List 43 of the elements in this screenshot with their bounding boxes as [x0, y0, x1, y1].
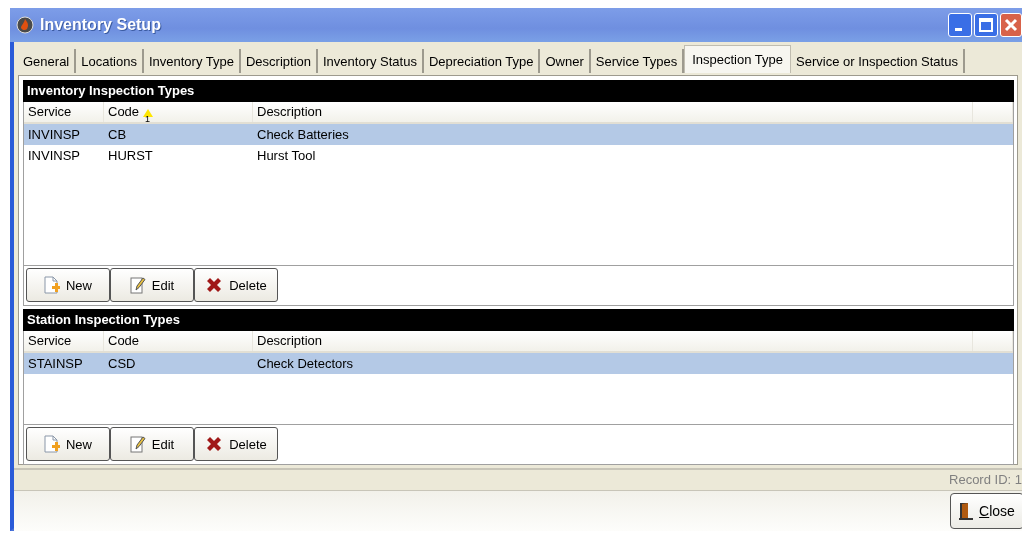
close-button[interactable]	[1000, 13, 1022, 37]
maximize-icon	[979, 18, 993, 32]
new-document-icon	[44, 276, 60, 294]
delete-button[interactable]: Delete	[194, 427, 278, 461]
minimize-icon	[955, 27, 962, 31]
table-cell-text: Check Detectors	[256, 355, 355, 373]
new-document-icon	[44, 435, 60, 453]
table-row[interactable]: INVINSP HURST Hurst Tool	[24, 145, 1013, 166]
tab[interactable]: Inspection Type	[684, 45, 792, 73]
column-header[interactable]: Code $_{1}$	[104, 102, 253, 122]
new-button[interactable]: New	[26, 268, 110, 302]
column-header[interactable]: Service	[24, 102, 104, 122]
table-cell-text: HURST	[107, 147, 154, 165]
delete-button[interactable]: Delete	[194, 268, 278, 302]
new-button[interactable]: New	[26, 427, 110, 461]
edit-button[interactable]: Edit	[110, 268, 194, 302]
pencil-note-icon	[129, 435, 146, 453]
cross-icon	[205, 435, 224, 453]
app-logo-icon	[16, 16, 34, 34]
edit-button[interactable]: Edit	[110, 427, 194, 461]
column-header[interactable]: Code	[104, 331, 253, 351]
table-cell-text: CSD	[107, 355, 137, 373]
section-title: Station Inspection Types	[23, 309, 1014, 331]
section-title: Inventory Inspection Types	[23, 80, 1014, 102]
table-cell-text: Hurst Tool	[256, 147, 317, 165]
close-button[interactable]: Close	[950, 493, 1022, 529]
column-header[interactable]: Description	[253, 102, 973, 122]
table-cell-text: INVINSP	[27, 147, 81, 165]
maximize-button[interactable]	[974, 13, 998, 37]
close-icon	[1004, 18, 1018, 32]
table-cell-text: CB	[107, 126, 128, 144]
door-icon	[959, 502, 974, 520]
table-row[interactable]: INVINSP CB Check Batteries	[24, 124, 1013, 145]
pencil-note-icon	[129, 276, 146, 294]
table-row[interactable]: STAINSP CSD Check Detectors	[24, 353, 1013, 374]
column-header[interactable]: Description	[253, 331, 973, 351]
table-cell-text: STAINSP	[27, 355, 84, 373]
minimize-button[interactable]	[948, 13, 972, 37]
column-header[interactable]: Service	[24, 331, 104, 351]
cross-icon	[205, 276, 224, 294]
table-cell-text: INVINSP	[27, 126, 81, 144]
window-title: Inventory Setup	[40, 16, 161, 34]
table-cell-text: Check Batteries	[256, 126, 350, 144]
